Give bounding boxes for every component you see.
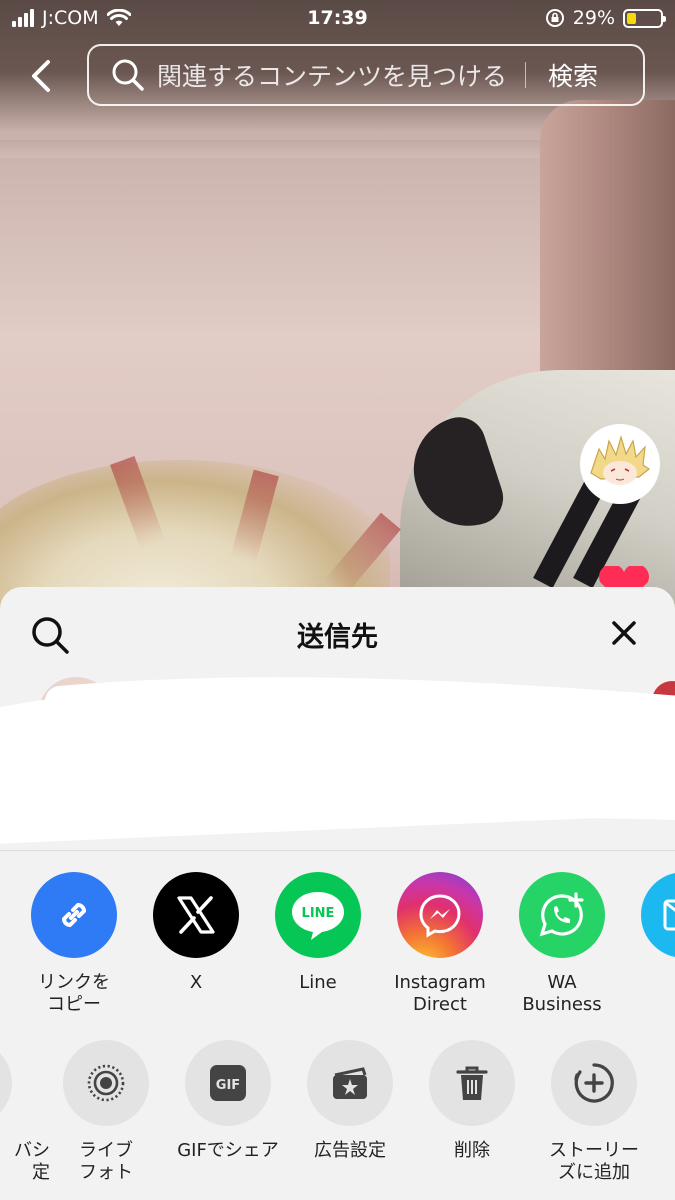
share-apps-row: リンクを コピー X LINE Line Instagram Direct WA… (0, 872, 675, 1022)
app-label: リンクを コピー (38, 972, 110, 1015)
trash-icon (429, 1040, 515, 1126)
share-app-line[interactable]: LINE Line (257, 872, 379, 994)
app-label: X (189, 972, 203, 993)
app-label: WA Business (522, 972, 602, 1015)
close-button[interactable] (608, 617, 640, 649)
action-label: 削除 (454, 1140, 490, 1161)
action-label: GIFでシェア (177, 1140, 279, 1161)
share-sheet-divider (0, 850, 675, 851)
ad-settings-icon (307, 1040, 393, 1126)
link-icon (31, 872, 117, 958)
video-wall-right (540, 100, 675, 400)
action-label: ストーリー ズに追加 (549, 1140, 639, 1183)
creator-avatar[interactable] (580, 424, 660, 504)
battery-fill (627, 12, 637, 24)
action-label: 広告設定 (314, 1140, 386, 1161)
video-ceiling (0, 140, 560, 158)
action-live-photo[interactable]: ライブ フォト (45, 1040, 167, 1184)
add-story-icon (551, 1040, 637, 1126)
app-label: メ (623, 972, 675, 994)
svg-text:GIF: GIF (216, 1078, 240, 1093)
share-app-mail[interactable]: メ (623, 872, 675, 994)
gif-icon: GIF (185, 1040, 271, 1126)
share-sheet-title: 送信先 (297, 622, 378, 653)
status-bar: J:COM 17:39 29% (0, 0, 675, 38)
share-app-instagram-direct[interactable]: Instagram Direct (379, 872, 501, 1016)
contacts-row (0, 667, 675, 857)
share-app-wa-business[interactable]: WA Business (501, 872, 623, 1016)
close-icon (612, 621, 636, 645)
share-app-copy-link[interactable]: リンクを コピー (13, 872, 135, 1016)
app-label: Instagram Direct (394, 972, 486, 1015)
app-label: Line (299, 972, 337, 993)
live-photo-icon (63, 1040, 149, 1126)
x-logo-icon (153, 872, 239, 958)
partial-icon (0, 1040, 12, 1126)
battery-icon (623, 8, 666, 28)
search-button[interactable]: 検索 (548, 57, 598, 93)
search-placeholder: 関連するコンテンツを見つける (157, 62, 508, 91)
action-share-gif[interactable]: GIF GIFでシェア (167, 1040, 289, 1162)
chevron-left-icon (32, 60, 50, 92)
svg-text:LINE: LINE (302, 906, 335, 921)
action-partial[interactable]: バシ 定 (0, 1040, 50, 1184)
line-logo-icon: LINE (275, 872, 361, 958)
whatsapp-business-icon (519, 872, 605, 958)
action-delete[interactable]: 削除 (411, 1040, 533, 1162)
battery-percent: 29% (572, 7, 615, 29)
action-label: ライブ フォト (79, 1140, 133, 1183)
action-add-to-story[interactable]: ストーリー ズに追加 (533, 1040, 655, 1184)
share-app-x[interactable]: X (135, 872, 257, 994)
mail-icon (641, 872, 675, 958)
action-label: バシ 定 (14, 1140, 50, 1183)
orientation-lock-icon (545, 9, 564, 27)
share-sheet: 送信先 リンクを コピー X LINE Line Instagram Direc… (0, 587, 675, 1200)
search-divider (525, 62, 527, 88)
messenger-icon (397, 872, 483, 958)
search-icon (112, 59, 144, 91)
search-input[interactable]: 関連するコンテンツを見つける 検索 (87, 44, 645, 106)
avatar-illustration (583, 427, 657, 501)
action-ad-settings[interactable]: 広告設定 (289, 1040, 411, 1162)
redaction-scribble (0, 677, 675, 844)
share-actions-row: バシ 定 ライブ フォト GIF GIFでシェア 広告設定 削除 ストーリー ズ… (0, 1040, 675, 1200)
status-right: 29% (545, 7, 666, 29)
back-button[interactable] (24, 56, 58, 96)
share-sheet-header: 送信先 (0, 587, 675, 677)
